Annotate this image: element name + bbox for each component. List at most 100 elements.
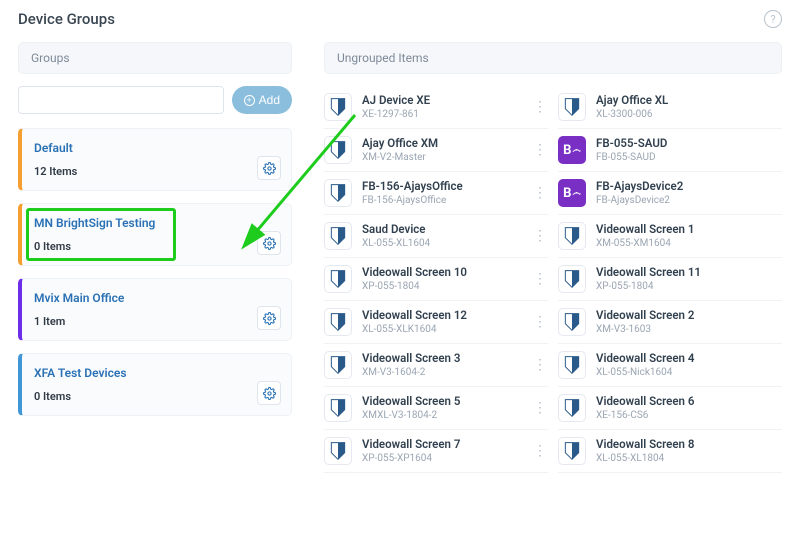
add-group-button[interactable]: + Add: [232, 86, 292, 114]
group-card[interactable]: Mvix Main Office1 Item: [18, 278, 292, 341]
device-id: XM-V3-1603: [596, 323, 768, 336]
device-id: XE-1297-861: [362, 108, 522, 121]
device-text: Videowall Screen 4XL-055-Nick1604: [596, 351, 768, 379]
group-name: MN BrightSign Testing: [34, 216, 279, 230]
device-item[interactable]: Videowall Screen 2XM-V3-1603: [558, 301, 782, 344]
device-name: FB-055-SAUD: [596, 136, 768, 151]
device-icon: [558, 308, 586, 336]
device-icon: [324, 179, 352, 207]
device-id: XE-156-CS6: [596, 409, 768, 422]
device-item[interactable]: FB-156-AjaysOfficeFB-156-AjaysOffice ⋮: [324, 172, 548, 215]
group-settings-button[interactable]: [257, 231, 281, 255]
item-menu-icon[interactable]: ⋮: [532, 358, 548, 372]
device-item[interactable]: B෴ FB-055-SAUDFB-055-SAUD: [558, 129, 782, 172]
device-text: Videowall Screen 1XM-055-XM1604: [596, 222, 768, 250]
device-item[interactable]: AJ Device XEXE-1297-861 ⋮: [324, 86, 548, 129]
device-icon: B෴: [558, 179, 586, 207]
device-item[interactable]: Videowall Screen 12XL-055-XLK1604⋮: [324, 301, 548, 344]
device-icon: B෴: [558, 136, 586, 164]
device-text: FB-AjaysDevice2FB-AjaysDevice2: [596, 179, 768, 207]
device-item[interactable]: Videowall Screen 8XL-055-XL1804: [558, 430, 782, 473]
device-id: FB-156-AjaysOffice: [362, 194, 522, 207]
device-icon: [558, 437, 586, 465]
device-item[interactable]: Videowall Screen 10XP-055-1804⋮: [324, 258, 548, 301]
device-item[interactable]: B෴ FB-AjaysDevice2FB-AjaysDevice2: [558, 172, 782, 215]
group-settings-button[interactable]: [257, 306, 281, 330]
device-item[interactable]: Saud DeviceXL-055-XL1604 ⋮: [324, 215, 548, 258]
group-card[interactable]: MN BrightSign Testing0 Items: [18, 203, 292, 266]
device-name: Videowall Screen 3: [362, 351, 522, 366]
device-id: XM-V3-1604-2: [362, 366, 522, 379]
plus-icon: +: [244, 95, 255, 106]
device-item[interactable]: Videowall Screen 4XL-055-Nick1604: [558, 344, 782, 387]
device-name: Saud Device: [362, 222, 522, 237]
ungrouped-section-label: Ungrouped Items: [324, 42, 782, 74]
item-menu-icon[interactable]: ⋮: [532, 186, 548, 200]
item-menu-icon[interactable]: ⋮: [532, 401, 548, 415]
device-item[interactable]: Ajay Office XLXL-3300-006: [558, 86, 782, 129]
device-name: Videowall Screen 1: [596, 222, 768, 237]
device-text: Ajay Office XMXM-V2-Master: [362, 136, 522, 164]
device-id: XM-V2-Master: [362, 151, 522, 164]
device-text: Videowall Screen 7XP-055-XP1604: [362, 437, 522, 465]
device-id: XL-3300-006: [596, 108, 768, 121]
add-group-input[interactable]: [18, 86, 224, 114]
device-id: XM-055-XM1604: [596, 237, 768, 250]
item-menu-icon[interactable]: ⋮: [532, 444, 548, 458]
group-item-count: 0 Items: [34, 390, 279, 403]
device-text: Videowall Screen 11XP-055-1804: [596, 265, 768, 293]
device-icon: [558, 265, 586, 293]
device-id: XL-055-XL1804: [596, 452, 768, 465]
device-text: Saud DeviceXL-055-XL1604: [362, 222, 522, 250]
device-item[interactable]: Videowall Screen 3XM-V3-1604-2 ⋮: [324, 344, 548, 387]
item-menu-icon[interactable]: ⋮: [532, 100, 548, 114]
ungrouped-column: Ungrouped Items AJ Device XEXE-1297-861 ⋮…: [324, 42, 782, 473]
device-id: FB-AjaysDevice2: [596, 194, 768, 207]
device-id: XP-055-1804: [362, 280, 522, 293]
item-menu-icon[interactable]: ⋮: [532, 229, 548, 243]
device-icon: [324, 437, 352, 465]
group-settings-button[interactable]: [257, 156, 281, 180]
device-text: Ajay Office XLXL-3300-006: [596, 93, 768, 121]
device-icon: [324, 265, 352, 293]
device-item[interactable]: Videowall Screen 5XMXL-V3-1804-2 ⋮: [324, 387, 548, 430]
device-id: XMXL-V3-1804-2: [362, 409, 522, 422]
group-name: XFA Test Devices: [34, 366, 279, 380]
device-item[interactable]: Videowall Screen 1XM-055-XM1604: [558, 215, 782, 258]
device-name: Videowall Screen 5: [362, 394, 522, 409]
device-name: Ajay Office XL: [596, 93, 768, 108]
item-menu-icon[interactable]: ⋮: [532, 272, 548, 286]
device-name: Videowall Screen 4: [596, 351, 768, 366]
device-text: AJ Device XEXE-1297-861: [362, 93, 522, 121]
item-menu-icon[interactable]: ⋮: [532, 315, 548, 329]
device-icon: [324, 222, 352, 250]
device-text: FB-055-SAUDFB-055-SAUD: [596, 136, 768, 164]
device-text: FB-156-AjaysOfficeFB-156-AjaysOffice: [362, 179, 522, 207]
device-name: FB-AjaysDevice2: [596, 179, 768, 194]
device-item[interactable]: Videowall Screen 7XP-055-XP1604 ⋮: [324, 430, 548, 473]
device-icon: [558, 394, 586, 422]
group-name: Mvix Main Office: [34, 291, 279, 305]
device-item[interactable]: Videowall Screen 11XP-055-1804: [558, 258, 782, 301]
device-text: Videowall Screen 5XMXL-V3-1804-2: [362, 394, 522, 422]
group-card[interactable]: Default12 Items: [18, 128, 292, 191]
device-item[interactable]: Videowall Screen 6XE-156-CS6: [558, 387, 782, 430]
device-text: Videowall Screen 3XM-V3-1604-2: [362, 351, 522, 379]
device-id: XP-055-1804: [596, 280, 768, 293]
device-icon: [324, 308, 352, 336]
device-icon: [324, 351, 352, 379]
device-text: Videowall Screen 2XM-V3-1603: [596, 308, 768, 336]
device-id: XP-055-XP1604: [362, 452, 522, 465]
device-icon: [558, 351, 586, 379]
device-icon: [558, 222, 586, 250]
item-menu-icon[interactable]: ⋮: [532, 143, 548, 157]
group-settings-button[interactable]: [257, 381, 281, 405]
device-id: XL-055-XLK1604: [362, 323, 522, 336]
ungrouped-items-grid: AJ Device XEXE-1297-861⋮Ajay Office XLXL…: [324, 86, 782, 473]
group-card[interactable]: XFA Test Devices 0 Items: [18, 353, 292, 416]
device-item[interactable]: Ajay Office XMXM-V2-Master ⋮: [324, 129, 548, 172]
help-icon[interactable]: ?: [764, 10, 782, 28]
device-name: Videowall Screen 7: [362, 437, 522, 452]
device-icon: [324, 93, 352, 121]
add-button-label: Add: [259, 93, 280, 107]
